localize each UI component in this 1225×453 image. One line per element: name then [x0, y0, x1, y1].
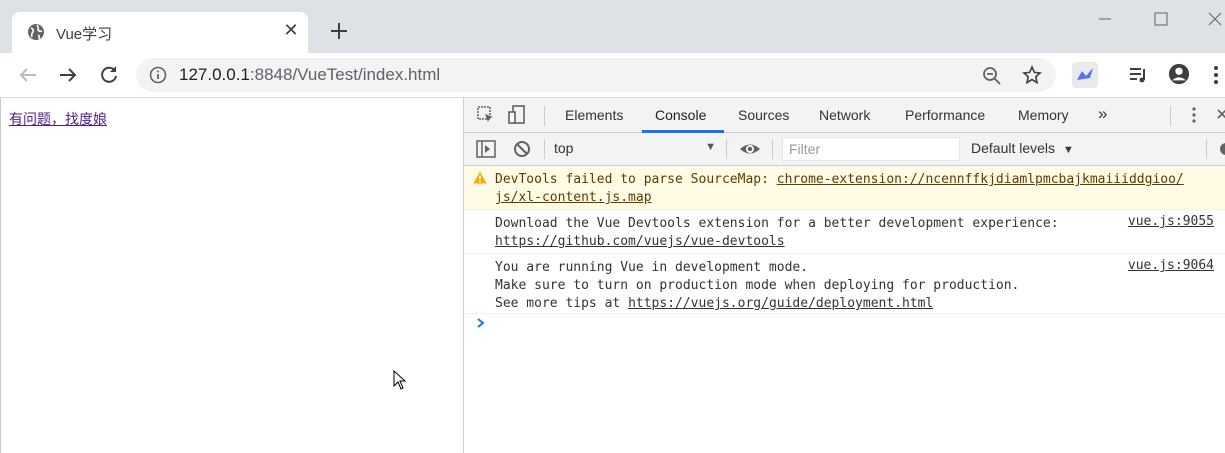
tab-elements[interactable]: Elements: [565, 107, 623, 123]
source-link[interactable]: vue.js:9055: [1128, 214, 1214, 229]
context-value: top: [554, 140, 574, 156]
reload-icon[interactable]: [97, 63, 121, 87]
dropdown-triangle-icon: ▼: [705, 141, 716, 153]
console-warning: DevTools failed to parse SourceMap: chro…: [464, 166, 1225, 210]
maximize-icon[interactable]: [1151, 9, 1171, 29]
tab-sources[interactable]: Sources: [738, 107, 789, 123]
console-settings-icon[interactable]: [1216, 139, 1225, 159]
browser-toolbar: 127.0.0.1:8848/VueTest/index.html: [0, 53, 1225, 98]
source-link[interactable]: vue.js:9064: [1128, 258, 1214, 273]
url-path: :8848/VueTest/index.html: [249, 65, 441, 84]
message-text: Make sure to turn on production mode whe…: [495, 278, 1020, 293]
zoom-icon[interactable]: [982, 66, 1002, 86]
minimize-icon[interactable]: [1095, 9, 1115, 29]
search-link[interactable]: 有问题，找度娘: [9, 109, 107, 129]
new-tab-icon[interactable]: [328, 20, 350, 42]
menu-kebab-icon[interactable]: [1210, 64, 1222, 86]
tab-memory[interactable]: Memory: [1018, 107, 1069, 123]
extension-bird-icon[interactable]: [1072, 62, 1098, 88]
tab-console[interactable]: Console: [655, 107, 706, 123]
toolbar-divider: [544, 106, 545, 126]
toolbar-divider: [1170, 106, 1171, 126]
clear-console-icon[interactable]: [512, 139, 532, 159]
url-text[interactable]: 127.0.0.1:8848/VueTest/index.html: [179, 65, 440, 85]
console-log: DevTools failed to parse SourceMap: chro…: [464, 166, 1225, 453]
info-icon[interactable]: [149, 66, 167, 84]
eye-icon[interactable]: [738, 139, 762, 159]
close-devtools-icon[interactable]: [1216, 105, 1225, 125]
warning-text: DevTools failed to parse SourceMap:: [495, 172, 777, 187]
context-select[interactable]: top ▼: [554, 140, 716, 160]
browser-titlebar: Vue学习 ✕: [0, 0, 1225, 53]
devtools-menu-icon[interactable]: [1184, 105, 1204, 125]
sourcemap-link-cont[interactable]: js/xl-content.js.map: [495, 190, 652, 205]
page-viewport: 有问题，找度娘: [0, 98, 463, 453]
tab-performance[interactable]: Performance: [905, 107, 985, 123]
warning-line-2: js/xl-content.js.map: [495, 189, 652, 207]
devtools-panel: Elements Console Sources Network Perform…: [463, 98, 1225, 453]
message-line-2: https://github.com/vuejs/vue-devtools: [495, 233, 785, 251]
console-message: Download the Vue Devtools extension for …: [464, 210, 1225, 254]
sidebar-toggle-icon[interactable]: [476, 139, 496, 159]
vue-devtools-link[interactable]: https://github.com/vuejs/vue-devtools: [495, 234, 785, 249]
back-arrow-icon[interactable]: [16, 63, 40, 87]
browser-tab[interactable]: Vue学习 ✕: [12, 12, 308, 53]
toolbar-divider: [544, 139, 545, 159]
toolbar-divider: [726, 139, 727, 159]
log-levels-select[interactable]: Default levels ▼: [971, 140, 1074, 156]
mouse-cursor-icon: [393, 370, 407, 390]
console-prompt-chevron-icon[interactable]: [476, 317, 486, 329]
deployment-guide-link[interactable]: https://vuejs.org/guide/deployment.html: [628, 296, 933, 311]
close-tab-icon[interactable]: ✕: [282, 22, 300, 40]
devtools-tabbar: Elements Console Sources Network Perform…: [464, 98, 1225, 133]
tab-network[interactable]: Network: [819, 107, 870, 123]
profile-avatar-icon[interactable]: [1168, 63, 1190, 85]
toolbar-divider: [1206, 139, 1207, 159]
globe-icon: [28, 24, 44, 40]
message-text: See more tips at: [495, 296, 629, 311]
url-host: 127.0.0.1: [179, 65, 250, 84]
sourcemap-link[interactable]: chrome-extension://ncennffkjdiamlpmcbajk…: [777, 172, 1184, 187]
message-text: Download the Vue Devtools extension for …: [495, 216, 1059, 231]
message-text: You are running Vue in development mode.: [495, 260, 809, 275]
console-toolbar: top ▼ Filter Default levels ▼: [464, 133, 1225, 166]
bookmark-star-icon[interactable]: [1022, 65, 1042, 85]
filter-input[interactable]: Filter: [782, 137, 960, 161]
dropdown-triangle-icon: ▼: [1062, 144, 1074, 156]
message-line-3: See more tips at https://vuejs.org/guide…: [495, 295, 933, 313]
device-toolbar-icon[interactable]: [507, 105, 527, 125]
warning-line-1: DevTools failed to parse SourceMap: chro…: [495, 171, 1184, 189]
warning-icon: [473, 171, 487, 184]
bird-icon: [1077, 68, 1093, 80]
toolbar-divider: [772, 139, 773, 159]
console-message: You are running Vue in development mode.…: [464, 254, 1225, 314]
address-bar[interactable]: 127.0.0.1:8848/VueTest/index.html: [136, 58, 1056, 92]
media-queue-icon[interactable]: [1127, 64, 1149, 86]
close-window-icon[interactable]: [1205, 9, 1225, 29]
inspect-element-icon[interactable]: [476, 105, 496, 125]
forward-arrow-icon[interactable]: [56, 63, 80, 87]
log-levels-label: Default levels: [971, 140, 1056, 156]
more-tabs-button[interactable]: »: [1098, 104, 1107, 124]
tab-title: Vue学习: [56, 26, 113, 43]
